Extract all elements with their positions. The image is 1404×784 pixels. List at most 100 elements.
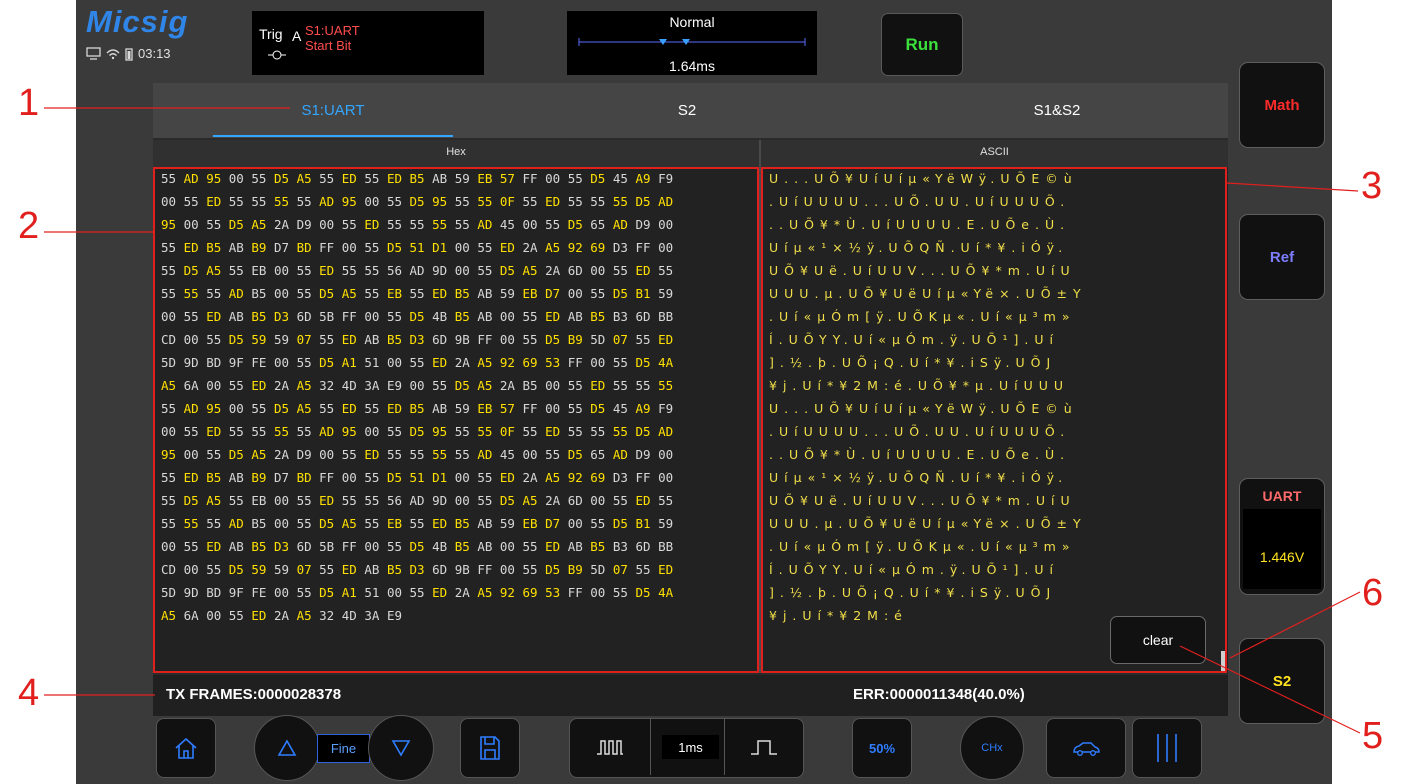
hex-byte: ED — [545, 539, 561, 554]
hex-byte: D5 — [567, 447, 583, 462]
hex-byte: D5 — [635, 194, 651, 209]
hex-byte: BD — [206, 585, 222, 600]
clear-button[interactable]: clear — [1110, 616, 1206, 664]
hex-byte: 55 — [612, 194, 628, 209]
ascii-row: UUU.µ.UÕ¥UëUíµ«Yë×.UÕ±Y — [769, 286, 1087, 301]
wifi-icon — [106, 48, 120, 59]
hex-byte: 00 — [183, 332, 199, 347]
hex-byte: 6D — [296, 539, 312, 554]
hex-byte: D5 — [319, 585, 335, 600]
hex-byte: D9 — [635, 447, 651, 462]
ascii-row: U...UÕ¥UíUíµ«YëWÿ.UÕE©ù — [769, 401, 1078, 416]
save-button[interactable] — [460, 718, 520, 778]
hex-byte: A5 — [251, 447, 267, 462]
hex-byte: 4A — [658, 585, 674, 600]
trigger-info[interactable]: Trig A S1:UART Start Bit — [252, 11, 484, 75]
level-up-button[interactable] — [254, 715, 320, 781]
hex-byte: 6D — [296, 309, 312, 324]
uart-channel-box[interactable]: UART 1.446V — [1239, 478, 1325, 595]
hex-byte: 55 — [545, 447, 561, 462]
hex-byte: B5 — [251, 539, 267, 554]
level-down-button[interactable] — [368, 715, 434, 781]
hex-byte: 2A — [273, 608, 290, 623]
ascii-row: .Uí«µÓm[ÿ.UÕKµ«.Uí«µ³m» — [769, 539, 1076, 554]
hex-data-area[interactable]: 55 AD 95 00 55 D5 A5 55 ED 55 ED B5 AB 5… — [153, 167, 759, 673]
hex-byte: AB — [228, 470, 244, 485]
hex-byte: 95 — [341, 194, 357, 209]
hex-byte: D5 — [273, 401, 290, 416]
s2-button[interactable]: S2 — [1239, 638, 1325, 724]
timebase-decrease-button[interactable] — [570, 719, 651, 775]
hex-byte: 00 — [273, 286, 290, 301]
hex-byte: 4B — [432, 309, 448, 324]
hex-byte: AB — [477, 309, 493, 324]
timebase-increase-button[interactable] — [724, 719, 803, 775]
channel-select-button[interactable]: CHx — [960, 716, 1024, 780]
hex-byte: 51 — [409, 470, 425, 485]
hex-byte: 2A — [545, 493, 561, 508]
hex-byte: FF — [477, 562, 493, 577]
ascii-data-area[interactable]: U...UÕ¥UíUíµ«YëWÿ.UÕE©ù .UíUUUU...UÕ.UU.U… — [761, 167, 1228, 673]
hex-byte: 55 — [522, 332, 538, 347]
hex-byte: 00 — [454, 493, 470, 508]
hex-row: 55 ED B5 AB B9 D7 BD FF 00 55 D5 51 D1 0… — [153, 466, 759, 489]
hex-byte: 00 — [499, 309, 515, 324]
hex-byte: D9 — [296, 447, 312, 462]
run-button[interactable]: Run — [881, 13, 963, 76]
hex-byte: FF — [319, 240, 335, 255]
hex-byte: B5 — [590, 309, 606, 324]
hex-byte: A5 — [251, 217, 267, 232]
hex-byte: 00 — [658, 447, 674, 462]
hex-byte: A5 — [545, 470, 561, 485]
ascii-row: .UíUUUU...UÕ.UU.UíUUUÕ. — [769, 194, 1071, 209]
hex-byte: ED — [206, 309, 222, 324]
tab-s1-uart[interactable]: S1:UART — [213, 83, 453, 138]
hex-byte: ED — [658, 332, 674, 347]
ascii-row: Uíµ«¹×½ÿ.UÕQÑ.Uí*¥.iÓÿ. — [769, 470, 1069, 485]
hex-byte: D5 — [319, 516, 335, 531]
hex-byte: AD — [409, 263, 425, 278]
hex-byte: 55 — [161, 263, 177, 278]
hex-byte: B9 — [251, 240, 267, 255]
math-button[interactable]: Math — [1239, 62, 1325, 148]
tab-s2[interactable]: S2 — [567, 83, 807, 138]
hex-byte: 55 — [612, 585, 628, 600]
hex-byte: ED — [341, 171, 357, 186]
hex-byte: AB — [228, 539, 244, 554]
hex-byte: ED — [386, 401, 402, 416]
tab-s1-s2[interactable]: S1&S2 — [937, 83, 1177, 138]
hex-byte: D5 — [183, 493, 199, 508]
hex-byte: 55 — [183, 539, 199, 554]
hex-byte: 45 — [499, 447, 515, 462]
hex-byte: 2A — [454, 585, 470, 600]
home-button[interactable] — [156, 718, 216, 778]
hex-byte: AB — [228, 309, 244, 324]
fine-toggle[interactable]: Fine — [317, 734, 370, 763]
hex-byte: 55 — [454, 424, 470, 439]
hex-byte: 92 — [499, 355, 515, 370]
hex-byte: D1 — [432, 240, 448, 255]
hex-byte: 55 — [206, 447, 222, 462]
scrollbar[interactable] — [1221, 651, 1226, 673]
acquisition-info[interactable]: Normal 1.64ms — [567, 11, 817, 75]
auto-button[interactable] — [1046, 718, 1126, 778]
hex-byte: 55 — [612, 263, 628, 278]
hex-byte: D7 — [273, 470, 290, 485]
hex-byte: E9 — [386, 608, 402, 623]
hex-byte: ED — [432, 516, 448, 531]
hex-byte: ED — [319, 493, 335, 508]
hex-byte: 55 — [409, 447, 425, 462]
hex-byte: 55 — [590, 424, 606, 439]
hex-byte: 55 — [635, 378, 651, 393]
hex-byte: 56 — [386, 263, 402, 278]
cursor-button[interactable] — [1132, 718, 1202, 778]
ref-button[interactable]: Ref — [1239, 214, 1325, 300]
hex-byte: A5 — [296, 401, 312, 416]
hex-byte: 55 — [409, 355, 425, 370]
fifty-percent-button[interactable]: 50% — [852, 718, 912, 778]
hex-row: 55 AD 95 00 55 D5 A5 55 ED 55 ED B5 AB 5… — [153, 397, 759, 420]
hex-byte: D7 — [273, 240, 290, 255]
hex-byte: 92 — [499, 585, 515, 600]
hex-byte: FF — [477, 332, 493, 347]
hex-byte: B5 — [454, 286, 470, 301]
